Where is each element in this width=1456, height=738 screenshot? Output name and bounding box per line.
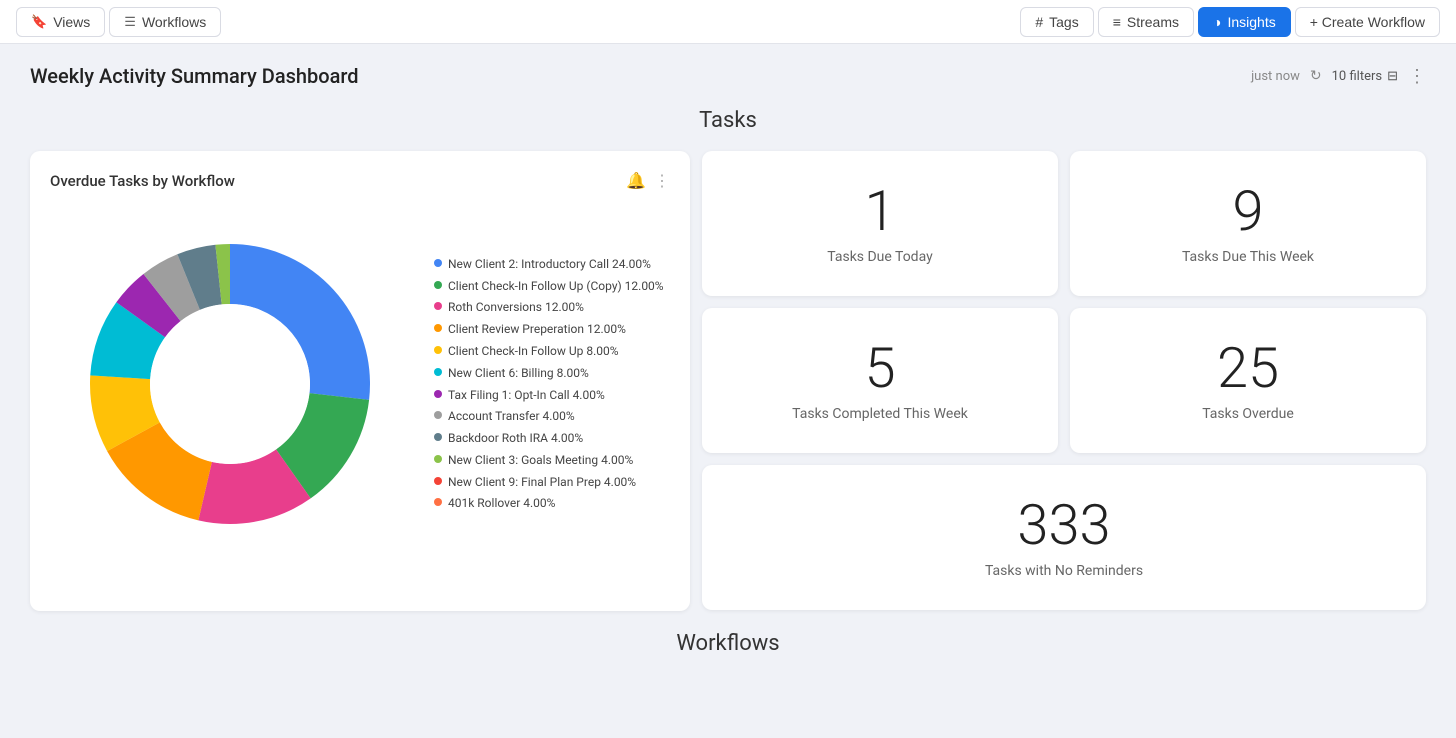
tags-icon: # bbox=[1035, 14, 1043, 30]
legend-item: Backdoor Roth IRA 4.00% bbox=[434, 430, 670, 447]
overdue-tasks-chart-card: Overdue Tasks by Workflow 🔔 ⋮ bbox=[30, 151, 690, 611]
refresh-icon[interactable]: ↻ bbox=[1310, 68, 1322, 84]
insights-button[interactable]: ◑ Insights bbox=[1198, 7, 1291, 37]
legend-dot bbox=[434, 455, 442, 463]
filters-button[interactable]: 10 filters ⊟ bbox=[1332, 69, 1398, 84]
bell-icon[interactable]: 🔔 bbox=[626, 171, 646, 190]
list-icon: ☰ bbox=[124, 14, 136, 30]
tasks-no-reminders-label: Tasks with No Reminders bbox=[985, 563, 1143, 579]
tasks-no-reminders-count: 333 bbox=[1017, 497, 1110, 553]
legend-item: Account Transfer 4.00% bbox=[434, 408, 670, 425]
filter-icon: ⊟ bbox=[1387, 69, 1398, 84]
stat-cards-column: 1 Tasks Due Today 9 Tasks Due This Week … bbox=[702, 151, 1426, 611]
legend-label: Client Review Preperation 12.00% bbox=[448, 321, 626, 338]
tags-label: Tags bbox=[1049, 14, 1079, 30]
cards-section: Overdue Tasks by Workflow 🔔 ⋮ bbox=[30, 151, 1426, 611]
tasks-due-week-label: Tasks Due This Week bbox=[1182, 249, 1314, 265]
main-content: Weekly Activity Summary Dashboard just n… bbox=[0, 44, 1456, 676]
header-actions: just now ↻ 10 filters ⊟ ⋮ bbox=[1251, 66, 1426, 87]
tasks-due-week-card: 9 Tasks Due This Week bbox=[1070, 151, 1426, 296]
legend-item: New Client 9: Final Plan Prep 4.00% bbox=[434, 474, 670, 491]
tasks-overdue-label: Tasks Overdue bbox=[1202, 406, 1294, 422]
legend-dot bbox=[434, 302, 442, 310]
more-options-button[interactable]: ⋮ bbox=[1408, 66, 1426, 87]
chart-more-icon[interactable]: ⋮ bbox=[654, 171, 670, 190]
legend-item: Roth Conversions 12.00% bbox=[434, 299, 670, 316]
legend-dot bbox=[434, 477, 442, 485]
insights-icon: ◑ bbox=[1213, 14, 1221, 30]
legend-dot bbox=[434, 390, 442, 398]
legend-dot bbox=[434, 346, 442, 354]
legend-label: Client Check-In Follow Up 8.00% bbox=[448, 343, 619, 360]
bookmark-icon: 🔖 bbox=[31, 14, 47, 30]
create-workflow-label: + Create Workflow bbox=[1310, 14, 1425, 30]
streams-icon: ≡ bbox=[1113, 14, 1121, 30]
legend-dot bbox=[434, 281, 442, 289]
legend-item: New Client 2: Introductory Call 24.00% bbox=[434, 256, 670, 273]
tasks-completed-week-count: 5 bbox=[864, 340, 895, 396]
chart-legend: New Client 2: Introductory Call 24.00% C… bbox=[434, 256, 670, 513]
tasks-due-week-count: 9 bbox=[1232, 183, 1263, 239]
tasks-section-title: Tasks bbox=[30, 108, 1426, 133]
tasks-due-today-label: Tasks Due Today bbox=[827, 249, 932, 265]
tags-button[interactable]: # Tags bbox=[1020, 7, 1093, 37]
legend-item: Tax Filing 1: Opt-In Call 4.00% bbox=[434, 387, 670, 404]
legend-dot bbox=[434, 259, 442, 267]
views-button[interactable]: 🔖 Views bbox=[16, 7, 105, 37]
workflows-label: Workflows bbox=[142, 14, 206, 30]
chart-body: New Client 2: Introductory Call 24.00% C… bbox=[50, 204, 670, 564]
legend-label: 401k Rollover 4.00% bbox=[448, 495, 555, 512]
tasks-no-reminders-card: 333 Tasks with No Reminders bbox=[702, 465, 1426, 610]
legend-item: New Client 3: Goals Meeting 4.00% bbox=[434, 452, 670, 469]
legend-label: New Client 6: Billing 8.00% bbox=[448, 365, 589, 382]
legend-dot bbox=[434, 324, 442, 332]
legend-label: Account Transfer 4.00% bbox=[448, 408, 575, 425]
legend-label: New Client 9: Final Plan Prep 4.00% bbox=[448, 474, 636, 491]
workflows-button[interactable]: ☰ Workflows bbox=[109, 7, 221, 37]
tasks-completed-week-card: 5 Tasks Completed This Week bbox=[702, 308, 1058, 453]
tasks-overdue-count: 25 bbox=[1217, 340, 1279, 396]
legend-item: Client Review Preperation 12.00% bbox=[434, 321, 670, 338]
tasks-due-today-card: 1 Tasks Due Today bbox=[702, 151, 1058, 296]
dashboard-header: Weekly Activity Summary Dashboard just n… bbox=[30, 64, 1426, 88]
workflows-section-title: Workflows bbox=[30, 631, 1426, 656]
tasks-due-today-count: 1 bbox=[864, 183, 895, 239]
stat-row-1: 1 Tasks Due Today 9 Tasks Due This Week bbox=[702, 151, 1426, 296]
legend-item: 401k Rollover 4.00% bbox=[434, 495, 670, 512]
legend-label: Roth Conversions 12.00% bbox=[448, 299, 584, 316]
create-workflow-button[interactable]: + Create Workflow bbox=[1295, 7, 1440, 37]
legend-item: Client Check-In Follow Up (Copy) 12.00% bbox=[434, 278, 670, 295]
top-navigation: 🔖 Views ☰ Workflows # Tags ≡ Streams ◑ I… bbox=[0, 0, 1456, 44]
insights-label: Insights bbox=[1227, 14, 1275, 30]
chart-header: Overdue Tasks by Workflow 🔔 ⋮ bbox=[50, 171, 670, 190]
legend-dot bbox=[434, 498, 442, 506]
views-label: Views bbox=[53, 14, 90, 30]
legend-item: New Client 6: Billing 8.00% bbox=[434, 365, 670, 382]
streams-label: Streams bbox=[1127, 14, 1179, 30]
legend-dot bbox=[434, 411, 442, 419]
tasks-overdue-card: 25 Tasks Overdue bbox=[1070, 308, 1426, 453]
legend-dot bbox=[434, 368, 442, 376]
chart-title: Overdue Tasks by Workflow bbox=[50, 172, 235, 190]
legend-label: Tax Filing 1: Opt-In Call 4.00% bbox=[448, 387, 605, 404]
tasks-completed-week-label: Tasks Completed This Week bbox=[792, 406, 968, 422]
stat-row-2: 5 Tasks Completed This Week 25 Tasks Ove… bbox=[702, 308, 1426, 453]
streams-button[interactable]: ≡ Streams bbox=[1098, 7, 1194, 37]
chart-icons: 🔔 ⋮ bbox=[626, 171, 670, 190]
legend-dot bbox=[434, 433, 442, 441]
nav-left: 🔖 Views ☰ Workflows bbox=[16, 7, 1020, 37]
donut-chart bbox=[50, 204, 410, 564]
page-title: Weekly Activity Summary Dashboard bbox=[30, 64, 359, 88]
legend-label: New Client 2: Introductory Call 24.00% bbox=[448, 256, 651, 273]
legend-item: Client Check-In Follow Up 8.00% bbox=[434, 343, 670, 360]
legend-label: New Client 3: Goals Meeting 4.00% bbox=[448, 452, 633, 469]
legend-label: Backdoor Roth IRA 4.00% bbox=[448, 430, 583, 447]
filters-label: 10 filters bbox=[1332, 69, 1382, 84]
last-updated: just now bbox=[1251, 69, 1300, 84]
nav-right: # Tags ≡ Streams ◑ Insights + Create Wor… bbox=[1020, 7, 1440, 37]
legend-label: Client Check-In Follow Up (Copy) 12.00% bbox=[448, 278, 664, 295]
